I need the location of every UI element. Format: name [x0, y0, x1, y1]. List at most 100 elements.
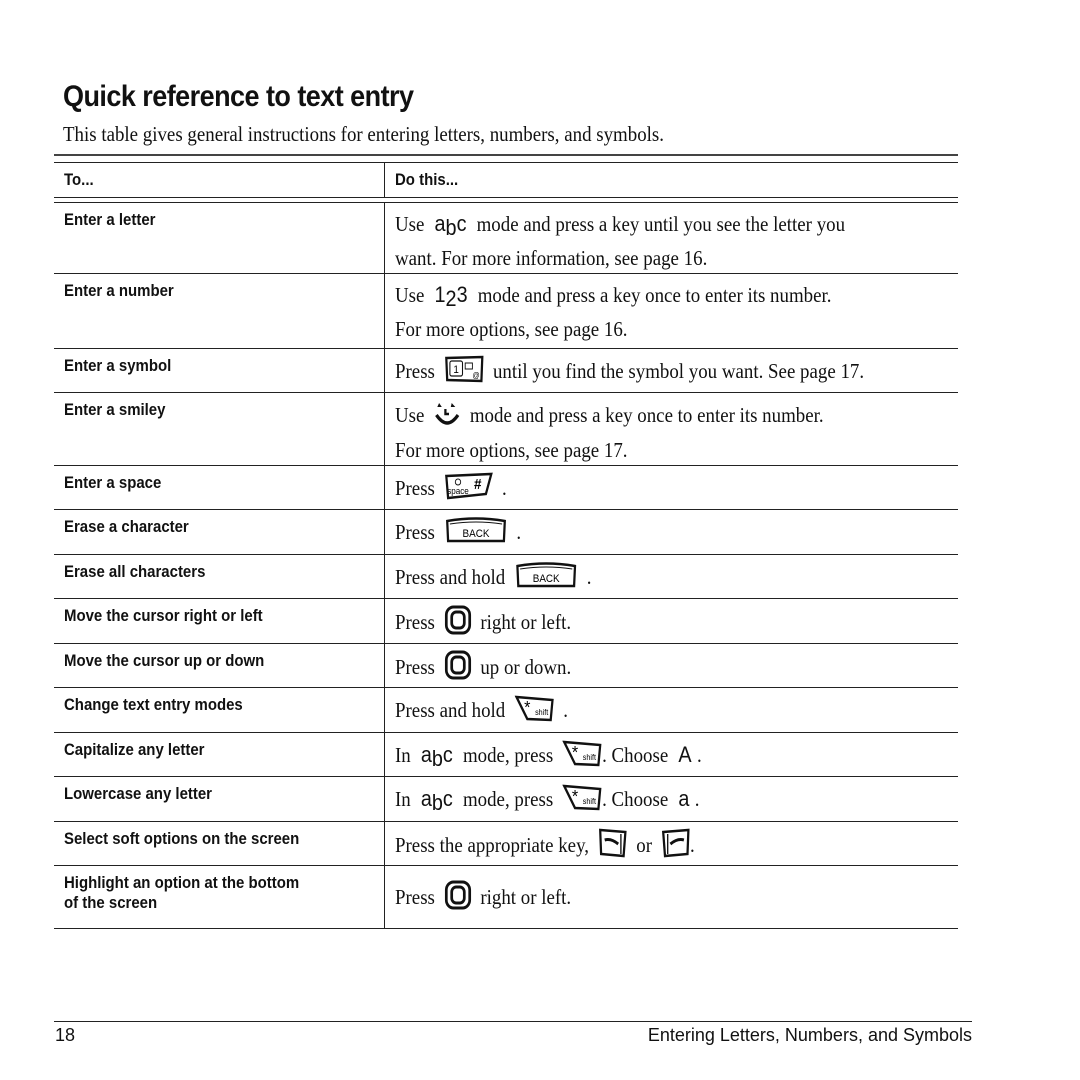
row-action-label: Erase all characters: [64, 562, 206, 581]
header-do: Do this...: [385, 163, 958, 197]
row-action: Erase a character: [54, 510, 385, 554]
right-softkey-icon: [661, 828, 690, 866]
instruction-text: .: [501, 475, 507, 500]
row-instruction: Press the appropriate key, or .: [385, 822, 958, 865]
row-instruction: Press right or left.: [385, 599, 958, 643]
uppercase-a-glyph: A: [678, 741, 692, 767]
svg-text:BACK: BACK: [533, 574, 560, 586]
row-action-label: Enter a space: [64, 473, 162, 492]
instruction-text: Press and hold: [395, 564, 506, 589]
svg-text:shift: shift: [535, 708, 549, 717]
row-instruction: In abc mode, press * shift . Choose a.: [385, 777, 958, 821]
svg-text:@: @: [472, 371, 480, 380]
table-row: Enter a smiley Use mode and press a key …: [54, 393, 958, 466]
instruction-text: In: [395, 742, 411, 767]
symbol-key-icon: 1 @: [444, 355, 484, 391]
row-action: Enter a symbol: [54, 349, 385, 392]
instruction-text: .: [586, 564, 592, 589]
row-action: Erase all characters: [54, 555, 385, 598]
instruction-text: .: [696, 742, 702, 767]
instruction-text: mode and press a key once to enter its n…: [469, 402, 824, 427]
instruction-text: right or left.: [480, 884, 572, 909]
shift-key-icon: * shift: [514, 694, 554, 730]
row-action: Move the cursor right or left: [54, 599, 385, 643]
header-do-label: Do this...: [395, 170, 459, 189]
row-action-label: Enter a symbol: [64, 356, 172, 375]
row-action: Lowercase any letter: [54, 777, 385, 821]
svg-text:*: *: [524, 697, 531, 717]
instruction-text: .: [563, 697, 569, 722]
left-softkey-icon: [598, 828, 627, 866]
header-to-label: To...: [64, 170, 94, 189]
row-action-label: Lowercase any letter: [64, 784, 213, 803]
row-action: Move the cursor up or down: [54, 644, 385, 687]
page-number: 18: [55, 1025, 76, 1045]
row-instruction: Press and hold BACK .: [385, 555, 958, 598]
row-action-label: Highlight an option at the bottom: [64, 873, 300, 892]
shift-key-icon: * shift: [562, 783, 602, 819]
instruction-text: .: [516, 519, 522, 544]
table-row: Capitalize any letter In abc mode, press…: [54, 733, 958, 777]
navigation-key-icon: [444, 605, 471, 643]
row-action-label: Enter a letter: [64, 210, 156, 229]
svg-text:1: 1: [453, 365, 459, 377]
row-action: Select soft options on the screen: [54, 822, 385, 865]
row-instruction: Use abc mode and press a key until you s…: [385, 203, 958, 273]
svg-text:shift: shift: [583, 797, 597, 806]
instruction-text: Press: [395, 519, 435, 544]
row-action-label: Move the cursor up or down: [64, 651, 265, 670]
table-row: Enter a letter Use abc mode and press a …: [54, 203, 958, 274]
table-row: Highlight an option at the bottom of the…: [54, 866, 958, 929]
row-action: Enter a smiley: [54, 393, 385, 465]
instruction-text: For more options, see page 16.: [395, 317, 628, 341]
abc-mode-icon: abc: [434, 211, 467, 240]
back-key-icon: BACK: [514, 561, 577, 597]
instruction-text: mode and press a key until you see the l…: [476, 212, 846, 236]
row-action: Enter a space: [54, 466, 385, 509]
row-instruction: Press BACK .: [385, 510, 958, 554]
navigation-key-icon: [444, 650, 471, 688]
instruction-text: Press the appropriate key,: [395, 832, 590, 857]
svg-text:*: *: [572, 742, 579, 762]
instruction-text: want. For more information, see page 16.: [395, 246, 708, 270]
row-instruction: Use mode and press a key once to enter i…: [385, 393, 958, 465]
instruction-text: Use: [395, 402, 425, 427]
svg-text:BACK: BACK: [462, 529, 489, 541]
table-row: Enter a symbol Press 1 @ until you find t…: [54, 349, 958, 393]
instruction-text: until you find the symbol you want. See …: [492, 358, 865, 383]
row-instruction: Press 1 @ until you find the symbol you w…: [385, 349, 958, 392]
row-instruction: Press and hold * shift .: [385, 688, 958, 732]
row-action: Enter a letter: [54, 203, 385, 273]
row-action: Highlight an option at the bottom of the…: [54, 866, 385, 928]
page-title: Quick reference to text entry: [63, 80, 414, 113]
row-action-label: Change text entry modes: [64, 695, 243, 714]
intro-paragraph: This table gives general instructions fo…: [63, 122, 664, 146]
table-row: Erase a character Press BACK .: [54, 510, 958, 555]
svg-text:shift: shift: [583, 753, 597, 762]
instruction-text: .: [690, 832, 695, 857]
smiley-mode-icon: [434, 399, 461, 435]
row-instruction: In abc mode, press * shift . Choose A.: [385, 733, 958, 776]
instruction-text: Press: [395, 654, 435, 679]
abc-mode-icon: abc: [420, 741, 453, 771]
footer-divider: [54, 1021, 972, 1022]
instruction-text: . Choose: [602, 786, 669, 811]
table-row: Enter a number Use 123 mode and press a …: [54, 274, 958, 349]
table-header-row: To... Do this...: [54, 162, 958, 198]
row-action-label: Erase a character: [64, 517, 189, 536]
instruction-text: For more options, see page 17.: [395, 438, 628, 462]
back-key-icon: BACK: [444, 516, 507, 552]
table-row: Move the cursor right or left Press righ…: [54, 599, 958, 644]
instruction-text: right or left.: [480, 609, 572, 634]
row-action-label: Capitalize any letter: [64, 740, 205, 759]
instruction-text: mode, press: [462, 786, 554, 811]
row-action-label: Enter a smiley: [64, 400, 166, 419]
row-action: Capitalize any letter: [54, 733, 385, 776]
space-key-icon: space #: [444, 472, 493, 508]
row-action-label: Enter a number: [64, 281, 174, 300]
instruction-text: mode and press a key once to enter its n…: [477, 283, 832, 307]
abc-mode-icon: abc: [420, 785, 453, 815]
header-to: To...: [54, 163, 385, 197]
instruction-text: Press: [395, 475, 435, 500]
table-row: Enter a space Press space # .: [54, 466, 958, 510]
